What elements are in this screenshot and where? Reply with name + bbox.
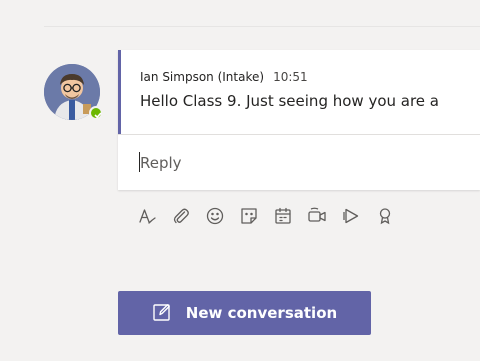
compose-icon [152,302,172,325]
reply-input[interactable] [118,135,480,190]
new-conversation-button[interactable]: New conversation [118,291,371,335]
meet-now-icon[interactable] [300,200,334,232]
presence-available-icon [89,106,103,120]
praise-icon[interactable] [368,200,402,232]
author-name[interactable]: Ian Simpson (Intake) [140,70,264,84]
message-accent-bar [118,50,121,134]
schedule-meeting-icon[interactable] [266,200,300,232]
message-meta: Ian Simpson (Intake) 10:51 [140,70,308,84]
top-divider [44,26,480,27]
text-caret [139,152,140,172]
message-card: Ian Simpson (Intake) 10:51 Hello Class 9.… [118,50,480,190]
message-text: Hello Class 9. Just seeing how you are a [140,92,439,110]
message-time: 10:51 [273,70,308,84]
new-conversation-label: New conversation [185,304,338,322]
attach-icon[interactable] [164,200,198,232]
format-icon[interactable] [130,200,164,232]
sticker-icon[interactable] [232,200,266,232]
stream-icon[interactable] [334,200,368,232]
emoji-icon[interactable] [198,200,232,232]
compose-toolbar [130,200,402,232]
